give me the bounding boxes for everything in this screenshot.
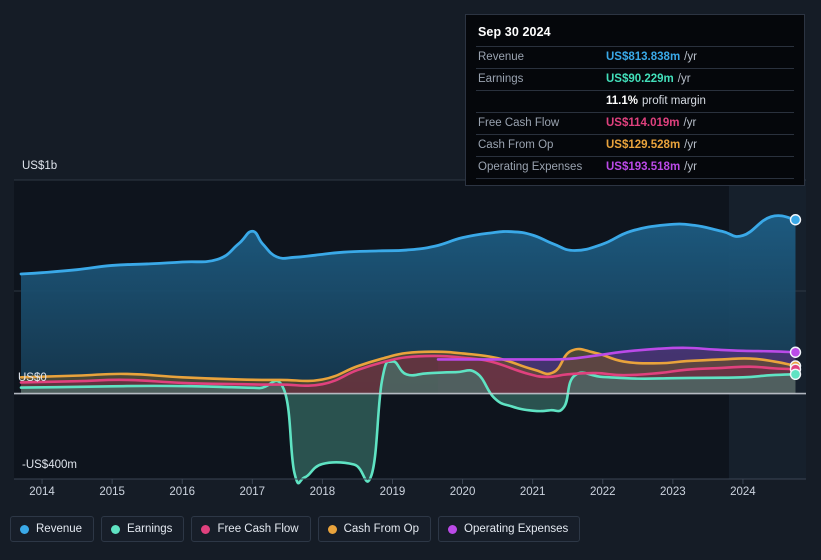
data-tooltip: Sep 30 2024 Revenue US$813.838m/yr Earning… xyxy=(465,14,805,186)
y-axis-label-bottom: -US$400m xyxy=(22,459,77,471)
x-axis-tick-2016: 2016 xyxy=(169,486,195,498)
tooltip-metric-unit: /yr xyxy=(684,51,697,63)
x-axis-tick-2021: 2021 xyxy=(519,486,546,498)
y-axis-label-zero: US$0 xyxy=(18,372,47,384)
x-axis-tick-2015: 2015 xyxy=(99,486,125,498)
legend-color-dot-icon xyxy=(327,524,337,534)
chart-legend: Revenue Earnings Free Cash Flow Cash From O… xyxy=(10,516,581,542)
tooltip-metric-unit: /yr xyxy=(677,73,691,85)
x-axis-tick-2020: 2020 xyxy=(449,486,476,498)
x-axis-tick-2023: 2023 xyxy=(660,486,686,498)
tooltip-metric-value: 11.1% xyxy=(606,95,638,107)
legend-item-operating-expenses[interactable]: Operating Expenses xyxy=(438,516,581,542)
y-axis-label-top: US$1b xyxy=(22,160,58,172)
legend-label: Earnings xyxy=(127,523,173,535)
x-axis-tick-2024: 2024 xyxy=(730,486,756,498)
tooltip-metric-label: Earnings xyxy=(478,73,524,85)
legend-label: Cash From Op xyxy=(343,523,420,535)
tooltip-metric-value: US$813.838m xyxy=(606,51,681,63)
tooltip-row-revenue: Revenue US$813.838m/yr xyxy=(476,46,794,68)
tooltip-row-profit-margin: 11.1% profit margin xyxy=(476,90,794,112)
tooltip-row-earnings: Earnings US$90.229m/yr xyxy=(476,68,794,90)
x-axis-tick-2014: 2014 xyxy=(29,486,55,498)
tooltip-metric-value: US$129.528m xyxy=(606,139,681,151)
legend-color-dot-icon xyxy=(201,524,211,534)
legend-item-earnings[interactable]: Earnings xyxy=(101,516,185,542)
legend-label: Operating Expenses xyxy=(464,523,569,535)
tooltip-metric-value: US$193.518m xyxy=(606,161,681,173)
tooltip-metric-unit: profit margin xyxy=(641,95,706,107)
legend-label: Revenue xyxy=(36,523,83,535)
tooltip-metric-label: Operating Expenses xyxy=(478,161,583,173)
legend-item-cash-from-op[interactable]: Cash From Op xyxy=(317,516,432,542)
x-axis-tick-2022: 2022 xyxy=(589,486,616,498)
legend-color-dot-icon xyxy=(111,524,121,534)
tooltip-date: Sep 30 2024 xyxy=(478,25,551,39)
tooltip-metric-label: Free Cash Flow xyxy=(478,117,560,129)
legend-color-dot-icon xyxy=(448,524,458,534)
tooltip-metric-unit: /yr xyxy=(684,139,697,151)
legend-color-dot-icon xyxy=(20,524,29,534)
tooltip-metric-value: US$114.019m xyxy=(606,117,680,129)
tooltip-metric-label: Revenue xyxy=(478,51,525,63)
tooltip-row-free-cash-flow: Free Cash Flow US$114.019m/yr xyxy=(476,112,794,134)
tooltip-bottom-divider xyxy=(476,178,794,179)
x-axis-tick-2018: 2018 xyxy=(309,486,336,498)
tooltip-row-cash-from-op: Cash From Op US$129.528m/yr xyxy=(476,134,794,156)
tooltip-metric-unit: /yr xyxy=(683,117,697,129)
tooltip-metric-value: US$90.229m xyxy=(606,73,674,85)
legend-label: Free Cash Flow xyxy=(217,523,299,535)
tooltip-row-operating-expenses: Operating Expenses US$193.518m/yr xyxy=(476,156,794,178)
tooltip-metric-label: Cash From Op xyxy=(478,139,554,151)
x-axis-tick-2019: 2019 xyxy=(379,486,406,498)
legend-item-free-cash-flow[interactable]: Free Cash Flow xyxy=(191,516,311,542)
legend-item-revenue[interactable]: Revenue xyxy=(10,516,95,542)
financial-performance-chart: US$1b US$0 -US$400m 2014 2015 2016 2017 2018… xyxy=(0,0,821,560)
tooltip-metric-unit: /yr xyxy=(684,161,697,173)
x-axis-tick-2017: 2017 xyxy=(239,486,266,498)
